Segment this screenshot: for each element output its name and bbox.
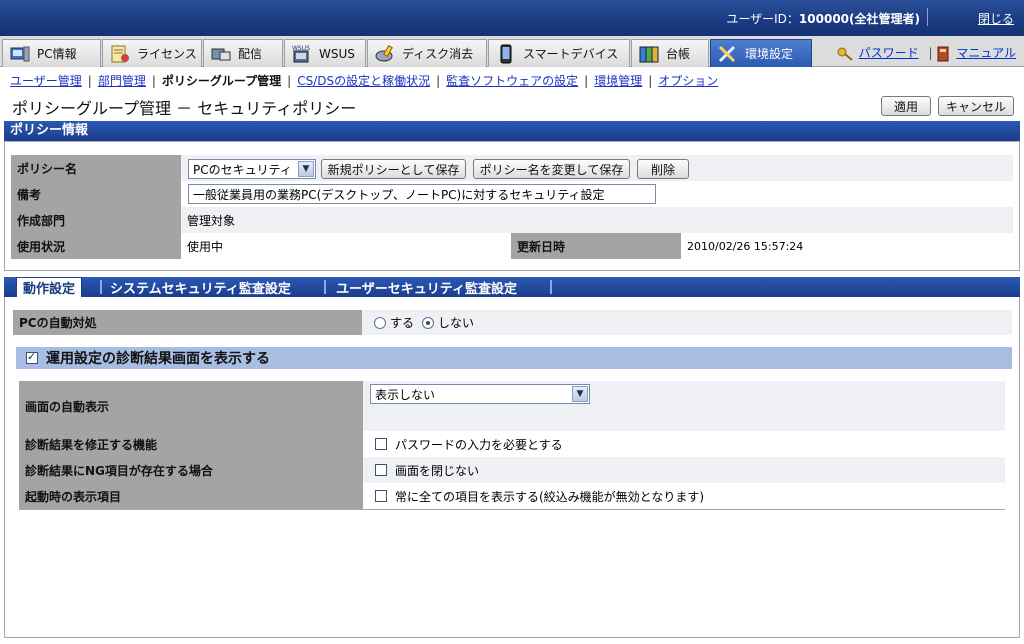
updated-value: 2010/02/26 15:57:24	[681, 233, 1013, 259]
main-tab-bar: PC情報 ライセンス 配信 WSUS WSUS ディスク消去 スマートデバイス …	[0, 36, 1024, 67]
note-field[interactable]: 一般従業員用の業務PC(デスクトップ、ノートPC)に対するセキュリティ設定	[188, 184, 656, 204]
ledger-icon	[639, 46, 659, 62]
tab-label: ライセンス	[137, 47, 197, 61]
require-password-checkbox[interactable]	[375, 438, 387, 450]
show-all-items-checkbox[interactable]	[375, 490, 387, 502]
policy-name-select[interactable]: PCのセキュリティ ▼	[188, 159, 316, 179]
tab-system-security-audit[interactable]: システムセキュリティ監査設定	[104, 277, 297, 297]
subnav-dept-mgmt[interactable]: 部門管理	[98, 74, 146, 88]
tab-label: 配信	[238, 47, 263, 61]
cancel-button[interactable]: キャンセル	[938, 96, 1014, 116]
tab-label: PC情報	[37, 47, 77, 61]
delete-button[interactable]: 削除	[637, 159, 689, 179]
tab-environment-settings[interactable]: 環境設定	[710, 39, 812, 67]
tab-label: ディスク消去	[402, 47, 474, 61]
user-id-label: ユーザーID：	[726, 12, 799, 26]
policy-info-panel: ポリシー名 PCのセキュリティ ▼ 新規ポリシーとして保存 ポリシー名を変更して…	[4, 141, 1020, 271]
password-link[interactable]: パスワード	[859, 46, 919, 60]
subnav-csds[interactable]: CS/DSの設定と稼働状況	[297, 74, 430, 88]
auto-action-no-radio[interactable]	[422, 316, 435, 329]
status-value: 使用中	[181, 233, 511, 259]
show-all-items-label: 常に全ての項目を表示する(絞込み機能が無効となります)	[395, 489, 705, 504]
table-bottom-border	[19, 509, 1005, 510]
save-as-new-policy-button[interactable]: 新規ポリシーとして保存	[321, 159, 466, 179]
wsus-icon: WSUS	[292, 45, 310, 62]
ng-items-row: 画面を閉じない	[363, 457, 1005, 483]
subnav-policy-group-current: ポリシーグループ管理	[161, 74, 282, 88]
auto-action-label: PCの自動対処	[13, 310, 362, 335]
tab-label: スマートデバイス	[523, 47, 619, 61]
tab-divider	[100, 280, 102, 294]
tab-action-settings[interactable]: 動作設定	[16, 277, 83, 297]
subnav-env-mgmt[interactable]: 環境管理	[594, 74, 642, 88]
policy-info-header: ポリシー情報	[4, 121, 1020, 141]
ng-items-label: 診断結果にNG項目が存在する場合	[19, 457, 363, 483]
sub-navigation: ユーザー管理 | 部門管理 | ポリシーグループ管理 | CS/DSの設定と稼働状況 | 監査ソ…	[10, 74, 719, 88]
dept-label: 作成部門	[11, 207, 181, 233]
top-header-bar: ユーザーID：100000(全社管理者) 閉じる	[0, 0, 1024, 36]
tab-disk-erase[interactable]: ディスク消去	[367, 39, 487, 67]
utility-links: パスワード | マニュアル	[837, 44, 1016, 62]
manual-link[interactable]: マニュアル	[956, 46, 1016, 60]
chevron-down-icon: ▼	[572, 386, 588, 402]
rename-and-save-button[interactable]: ポリシー名を変更して保存	[473, 159, 630, 179]
subnav-options[interactable]: オプション	[658, 74, 718, 88]
keep-screen-open-checkbox[interactable]	[375, 464, 387, 476]
close-link[interactable]: 閉じる	[978, 10, 1014, 27]
svg-text:WSUS: WSUS	[292, 45, 310, 52]
key-icon	[837, 47, 853, 61]
manual-book-icon	[937, 46, 949, 61]
tab-distribution[interactable]: 配信	[203, 39, 283, 67]
page-title: ポリシーグループ管理 － セキュリティポリシー	[12, 99, 357, 118]
tab-wsus[interactable]: WSUS WSUS	[284, 39, 366, 67]
auto-display-label: 画面の自動表示	[19, 381, 363, 431]
tab-smart-device[interactable]: スマートデバイス	[488, 39, 630, 67]
subnav-audit-software[interactable]: 監査ソフトウェアの設定	[446, 74, 578, 88]
fix-function-row: パスワードの入力を必要とする	[363, 431, 1005, 457]
auto-action-options: する しない	[362, 310, 1012, 335]
diagnosis-header-label: 運用設定の診断結果画面を表示する	[46, 351, 270, 367]
tab-label: 環境設定	[745, 47, 794, 61]
tab-label: 台帳	[666, 47, 691, 61]
tab-user-security-audit[interactable]: ユーザーセキュリティ監査設定	[330, 277, 523, 297]
pc-icon	[10, 46, 30, 61]
user-id-value: 100000(全社管理者)	[798, 12, 920, 26]
auto-action-no-label: しない	[438, 316, 475, 330]
subnav-user-mgmt[interactable]: ユーザー管理	[10, 74, 82, 88]
note-label: 備考	[11, 181, 181, 207]
startup-items-row: 常に全ての項目を表示する(絞込み機能が無効となります)	[363, 483, 1005, 509]
apply-button[interactable]: 適用	[881, 96, 931, 116]
keep-screen-open-label: 画面を閉じない	[395, 463, 480, 478]
policy-name-label: ポリシー名	[11, 155, 181, 181]
chevron-down-icon: ▼	[298, 161, 314, 177]
license-icon	[111, 45, 129, 62]
status-label: 使用状況	[11, 233, 181, 259]
dept-value: 管理対象	[181, 207, 1013, 233]
tab-label: WSUS	[319, 46, 355, 61]
user-info: ユーザーID：100000(全社管理者)	[726, 10, 920, 27]
auto-action-yes-radio[interactable]	[374, 316, 386, 329]
settings-tab-bar: 動作設定 システムセキュリティ監査設定 ユーザーセキュリティ監査設定	[4, 277, 1020, 297]
smart-device-icon	[500, 44, 512, 63]
disk-erase-icon	[375, 44, 393, 61]
tab-license[interactable]: ライセンス	[102, 39, 202, 67]
tab-pc-info[interactable]: PC情報	[2, 39, 101, 67]
tab-ledger[interactable]: 台帳	[631, 39, 709, 67]
auto-display-value: 表示しない	[375, 387, 436, 402]
distribution-icon	[211, 48, 231, 60]
tools-icon	[718, 45, 736, 62]
diagnosis-group-header: 運用設定の診断結果画面を表示する	[16, 347, 1012, 369]
updated-label: 更新日時	[511, 233, 681, 259]
require-password-label: パスワードの入力を必要とする	[395, 437, 563, 452]
tab-divider	[324, 280, 326, 294]
tab-divider	[550, 280, 552, 294]
startup-items-label: 起動時の表示項目	[19, 483, 363, 509]
show-diagnosis-checkbox[interactable]	[26, 350, 38, 364]
header-divider	[927, 8, 928, 26]
auto-action-yes-label: する	[390, 316, 415, 330]
auto-display-select[interactable]: 表示しない ▼	[370, 384, 590, 404]
policy-name-value: PCのセキュリティ	[193, 162, 292, 177]
fix-function-label: 診断結果を修正する機能	[19, 431, 363, 457]
